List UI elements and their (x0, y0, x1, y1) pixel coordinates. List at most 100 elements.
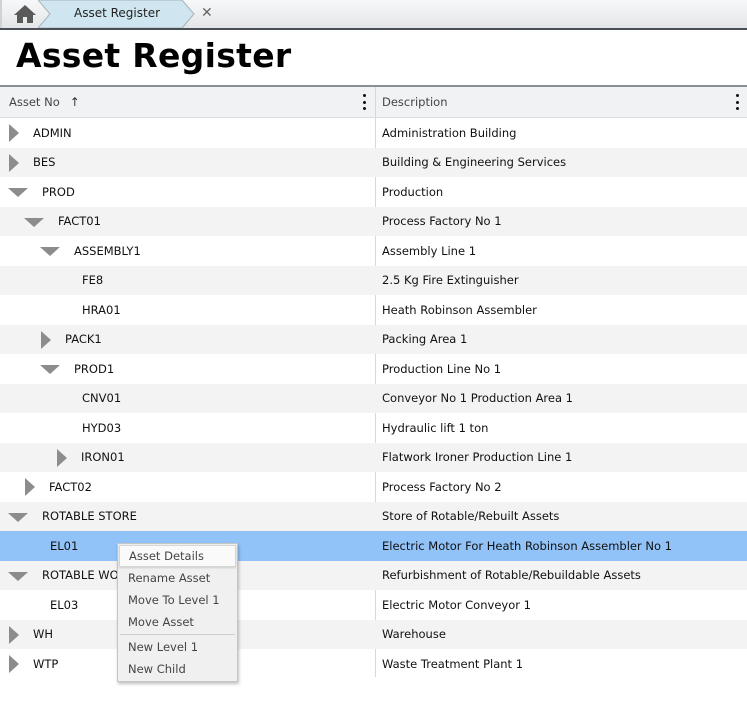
description-cell[interactable]: Building & Engineering Services (382, 148, 566, 178)
menu-separator (120, 634, 235, 635)
asset-no-label: ADMIN (33, 125, 72, 140)
asset-no-label: PROD1 (74, 361, 115, 376)
description-cell[interactable]: Production Line No 1 (382, 354, 501, 384)
description-cell[interactable]: Waste Treatment Plant 1 (382, 649, 523, 679)
expand-arrow-right-icon[interactable] (9, 655, 19, 673)
expand-arrow-right-icon[interactable] (9, 625, 19, 644)
close-icon[interactable]: ✕ (201, 5, 213, 21)
table-row[interactable]: ROTABLE WORKSHOP Refurbishment of Rotable… (0, 560, 747, 591)
tabbar-divider (0, 0, 2, 28)
grid-body: ADMIN Administration Building BES Building … (0, 118, 747, 679)
table-row[interactable]: ASSEMBLY1 Assembly Line 1 (0, 236, 747, 266)
table-row[interactable]: CNV01 Conveyor No 1 Production Area 1 (0, 383, 747, 414)
description-cell[interactable]: Warehouse (382, 620, 446, 650)
expand-arrow-right-icon[interactable] (57, 448, 67, 467)
description-cell[interactable]: Administration Building (382, 118, 516, 148)
asset-no-cell[interactable]: ADMIN (0, 118, 375, 148)
menu-item-new-level-1[interactable]: New Level 1 (118, 636, 237, 658)
asset-no-cell[interactable]: FACT02 (0, 472, 375, 502)
asset-no-cell[interactable]: PROD1 (0, 354, 375, 384)
description-cell[interactable]: Process Factory No 1 (382, 207, 502, 237)
table-row[interactable]: PACK1 Packing Area 1 (0, 324, 747, 355)
asset-no-label: EL01 (50, 538, 79, 553)
asset-no-cell[interactable]: CNV01 (0, 384, 375, 414)
table-row[interactable]: HRA01 Heath Robinson Assembler (0, 295, 747, 325)
asset-no-label: CNV01 (82, 391, 122, 406)
expand-arrow-right-icon[interactable] (25, 478, 35, 496)
description-cell[interactable]: Heath Robinson Assembler (382, 295, 537, 325)
description-cell[interactable]: Store of Rotable/Rebuilt Assets (382, 502, 559, 532)
asset-no-label: ROTABLE STORE (42, 509, 137, 524)
description-cell[interactable]: Electric Motor For Heath Robinson Assemb… (382, 531, 672, 561)
expand-arrow-down-icon[interactable] (8, 571, 28, 581)
menu-item-rename-asset[interactable]: Rename Asset (118, 567, 237, 589)
column-header-description[interactable]: Description (382, 87, 742, 117)
asset-no-cell[interactable]: PROD (0, 177, 375, 207)
table-row[interactable]: HYD03 Hydraulic lift 1 ton (0, 413, 747, 443)
asset-no-label: PACK1 (65, 332, 102, 347)
table-row[interactable]: FACT01 Process Factory No 1 (0, 206, 747, 237)
expand-arrow-down-icon[interactable] (40, 247, 60, 256)
asset-no-label: WH (33, 627, 54, 642)
table-row[interactable]: WTP Waste Treatment Plant 1 (0, 649, 747, 679)
menu-item-move-asset[interactable]: Move Asset (118, 611, 237, 633)
asset-no-cell[interactable]: PACK1 (0, 325, 375, 355)
grid-header: Asset No ↑ Description (0, 87, 747, 118)
kebab-menu-icon[interactable] (361, 94, 367, 110)
asset-no-cell[interactable]: BES (0, 148, 375, 178)
table-row[interactable]: BES Building & Engineering Services (0, 147, 747, 178)
menu-item-move-to-level-1[interactable]: Move To Level 1 (118, 589, 237, 611)
tab-bar: Asset Register ✕ (0, 0, 747, 30)
expand-arrow-down-icon[interactable] (40, 365, 60, 374)
description-cell[interactable]: Assembly Line 1 (382, 236, 476, 266)
table-row[interactable]: EL01 Electric Motor For Heath Robinson As… (0, 531, 747, 561)
asset-no-cell[interactable]: HRA01 (0, 295, 375, 325)
description-cell[interactable]: Electric Motor Conveyor 1 (382, 590, 531, 620)
page-title: Asset Register (16, 36, 292, 75)
breadcrumb-tab[interactable]: Asset Register ✕ (38, 0, 213, 28)
asset-no-cell[interactable]: FE8 (0, 266, 375, 296)
sort-ascending-icon: ↑ (69, 95, 80, 109)
asset-no-label: FE8 (82, 273, 104, 288)
asset-no-cell[interactable]: FACT01 (0, 207, 375, 237)
expand-arrow-down-icon[interactable] (24, 217, 44, 227)
description-cell[interactable]: Flatwork Ironer Production Line 1 (382, 443, 572, 473)
column-header-label: Description (382, 95, 448, 109)
description-cell[interactable]: 2.5 Kg Fire Extinguisher (382, 266, 519, 296)
table-row[interactable]: ADMIN Administration Building (0, 118, 747, 148)
table-row[interactable]: PROD Production (0, 177, 747, 207)
expand-arrow-right-icon[interactable] (9, 153, 19, 172)
table-row[interactable]: PROD1 Production Line No 1 (0, 354, 747, 384)
asset-no-label: ASSEMBLY1 (74, 243, 141, 258)
home-button[interactable] (8, 0, 42, 28)
asset-no-label: HYD03 (82, 420, 122, 435)
home-icon (14, 5, 36, 23)
kebab-menu-icon[interactable] (734, 94, 740, 110)
menu-item-asset-details[interactable]: Asset Details (119, 545, 236, 567)
table-row[interactable]: FACT02 Process Factory No 2 (0, 472, 747, 502)
asset-no-cell[interactable]: HYD03 (0, 413, 375, 443)
expand-arrow-down-icon[interactable] (8, 188, 28, 197)
description-cell[interactable]: Refurbishment of Rotable/Rebuildable Ass… (382, 561, 641, 591)
asset-no-cell[interactable]: IRON01 (0, 443, 375, 473)
table-row[interactable]: IRON01 Flatwork Ironer Production Line 1 (0, 442, 747, 473)
asset-no-label: BES (33, 155, 56, 170)
description-cell[interactable]: Production (382, 177, 443, 207)
column-header-asset-no[interactable]: Asset No ↑ (9, 87, 369, 117)
description-cell[interactable]: Process Factory No 2 (382, 472, 502, 502)
expand-arrow-right-icon[interactable] (41, 330, 51, 349)
table-row[interactable]: ROTABLE STORE Store of Rotable/Rebuilt As… (0, 501, 747, 532)
asset-no-cell[interactable]: ASSEMBLY1 (0, 236, 375, 266)
table-row[interactable]: EL03 Electric Motor Conveyor 1 (0, 590, 747, 620)
description-cell[interactable]: Conveyor No 1 Production Area 1 (382, 384, 573, 414)
context-menu: Asset Details Rename Asset Move To Level 1… (117, 543, 238, 682)
table-row[interactable]: WH Warehouse (0, 619, 747, 650)
expand-arrow-down-icon[interactable] (8, 512, 28, 522)
asset-no-label: FACT02 (49, 479, 92, 494)
description-cell[interactable]: Hydraulic lift 1 ton (382, 413, 488, 443)
table-row[interactable]: FE8 2.5 Kg Fire Extinguisher (0, 265, 747, 296)
description-cell[interactable]: Packing Area 1 (382, 325, 467, 355)
menu-item-new-child[interactable]: New Child (118, 658, 237, 680)
asset-no-cell[interactable]: ROTABLE STORE (0, 502, 375, 532)
expand-arrow-right-icon[interactable] (9, 124, 19, 142)
